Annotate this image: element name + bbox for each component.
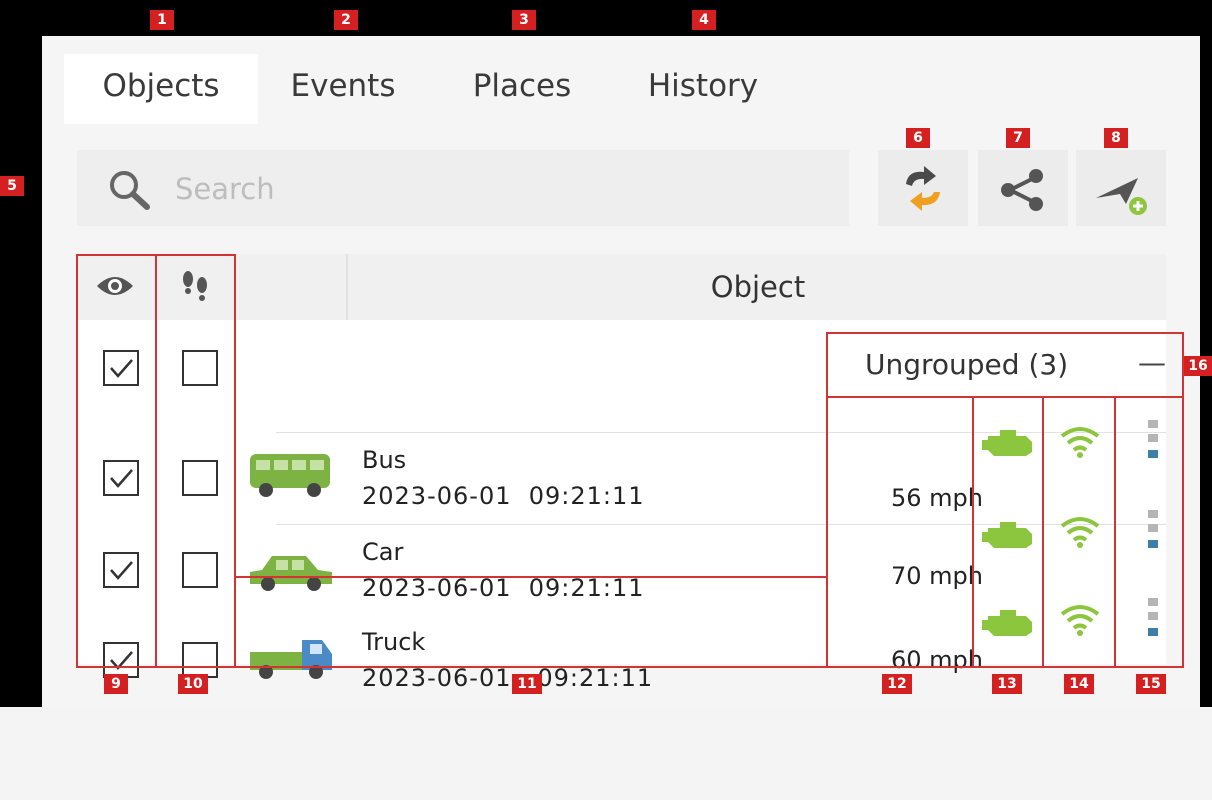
visibility-checkbox[interactable] bbox=[103, 460, 139, 496]
annotation-tag: 4 bbox=[692, 10, 716, 30]
footprints-icon[interactable] bbox=[178, 268, 212, 308]
engine-icon bbox=[982, 426, 1038, 464]
reload-button[interactable] bbox=[878, 150, 968, 226]
object-name: Car bbox=[362, 538, 404, 566]
table-header: Object bbox=[78, 254, 1166, 320]
add-object-icon bbox=[1096, 178, 1147, 215]
annotation-tag: 13 bbox=[992, 674, 1022, 694]
engine-icon bbox=[982, 518, 1038, 556]
visibility-checkbox[interactable] bbox=[103, 642, 139, 678]
tab-places[interactable]: Places bbox=[454, 54, 590, 124]
bus-icon bbox=[248, 450, 334, 506]
annotation-tag: 7 bbox=[1006, 128, 1030, 148]
object-speed: 70 mph bbox=[891, 562, 983, 590]
group-label[interactable]: Ungrouped (3) bbox=[865, 348, 1068, 381]
annotation-tag: 14 bbox=[1064, 674, 1094, 694]
annotation-tag: 12 bbox=[882, 674, 912, 694]
menu-icon[interactable] bbox=[1146, 420, 1160, 468]
menu-icon[interactable] bbox=[1146, 510, 1160, 558]
annotation-tag: 10 bbox=[178, 674, 208, 694]
menu-icon[interactable] bbox=[1146, 598, 1160, 646]
screenshot-frame: Objects Events Places History Search Obj… bbox=[0, 0, 1212, 707]
annotation-tag: 5 bbox=[0, 176, 24, 196]
follow-checkbox[interactable] bbox=[182, 642, 218, 678]
signal-icon bbox=[1058, 602, 1102, 642]
annotation-tag: 9 bbox=[104, 674, 128, 694]
add-object-button[interactable] bbox=[1076, 150, 1166, 226]
tab-events[interactable]: Events bbox=[276, 54, 410, 124]
share-button[interactable] bbox=[978, 150, 1068, 226]
engine-icon bbox=[982, 606, 1038, 644]
object-speed: 56 mph bbox=[891, 484, 983, 512]
blank-area bbox=[0, 707, 1212, 800]
eye-icon[interactable] bbox=[94, 272, 136, 304]
visibility-checkbox[interactable] bbox=[103, 552, 139, 588]
refresh-arrows-icon bbox=[906, 166, 940, 211]
search-icon bbox=[107, 168, 157, 216]
group-visibility-checkbox[interactable] bbox=[103, 350, 139, 386]
object-timestamp: 2023-06-01 09:21:11 bbox=[362, 482, 645, 510]
signal-icon bbox=[1058, 514, 1102, 554]
object-name: Bus bbox=[362, 446, 407, 474]
truck-icon bbox=[248, 632, 334, 686]
object-column-header[interactable]: Object bbox=[346, 254, 1168, 320]
car-icon bbox=[248, 544, 334, 598]
follow-checkbox[interactable] bbox=[182, 552, 218, 588]
annotation-tag: 3 bbox=[512, 10, 536, 30]
search-input[interactable] bbox=[173, 150, 837, 228]
annotation-tag: 11 bbox=[512, 674, 542, 694]
group-follow-checkbox[interactable] bbox=[182, 350, 218, 386]
object-speed: 60 mph bbox=[891, 646, 983, 674]
tab-history[interactable]: History bbox=[628, 54, 778, 124]
object-name: Truck bbox=[362, 628, 426, 656]
annotation-tag: 1 bbox=[150, 10, 174, 30]
annotation-tag: 8 bbox=[1104, 128, 1128, 148]
follow-checkbox[interactable] bbox=[182, 460, 218, 496]
share-icon bbox=[1001, 169, 1043, 211]
collapse-group-button[interactable]: — bbox=[1138, 346, 1166, 379]
signal-icon bbox=[1058, 424, 1102, 464]
object-timestamp: 2023-06-01 09:21:11 bbox=[362, 664, 654, 692]
object-timestamp: 2023-06-01 09:21:11 bbox=[362, 574, 645, 602]
tab-objects[interactable]: Objects bbox=[64, 54, 258, 124]
annotation-tag: 2 bbox=[334, 10, 358, 30]
annotation-tag: 15 bbox=[1136, 674, 1166, 694]
search-box[interactable] bbox=[77, 150, 849, 228]
annotation-tag: 16 bbox=[1184, 356, 1212, 376]
annotation-tag: 6 bbox=[906, 128, 930, 148]
